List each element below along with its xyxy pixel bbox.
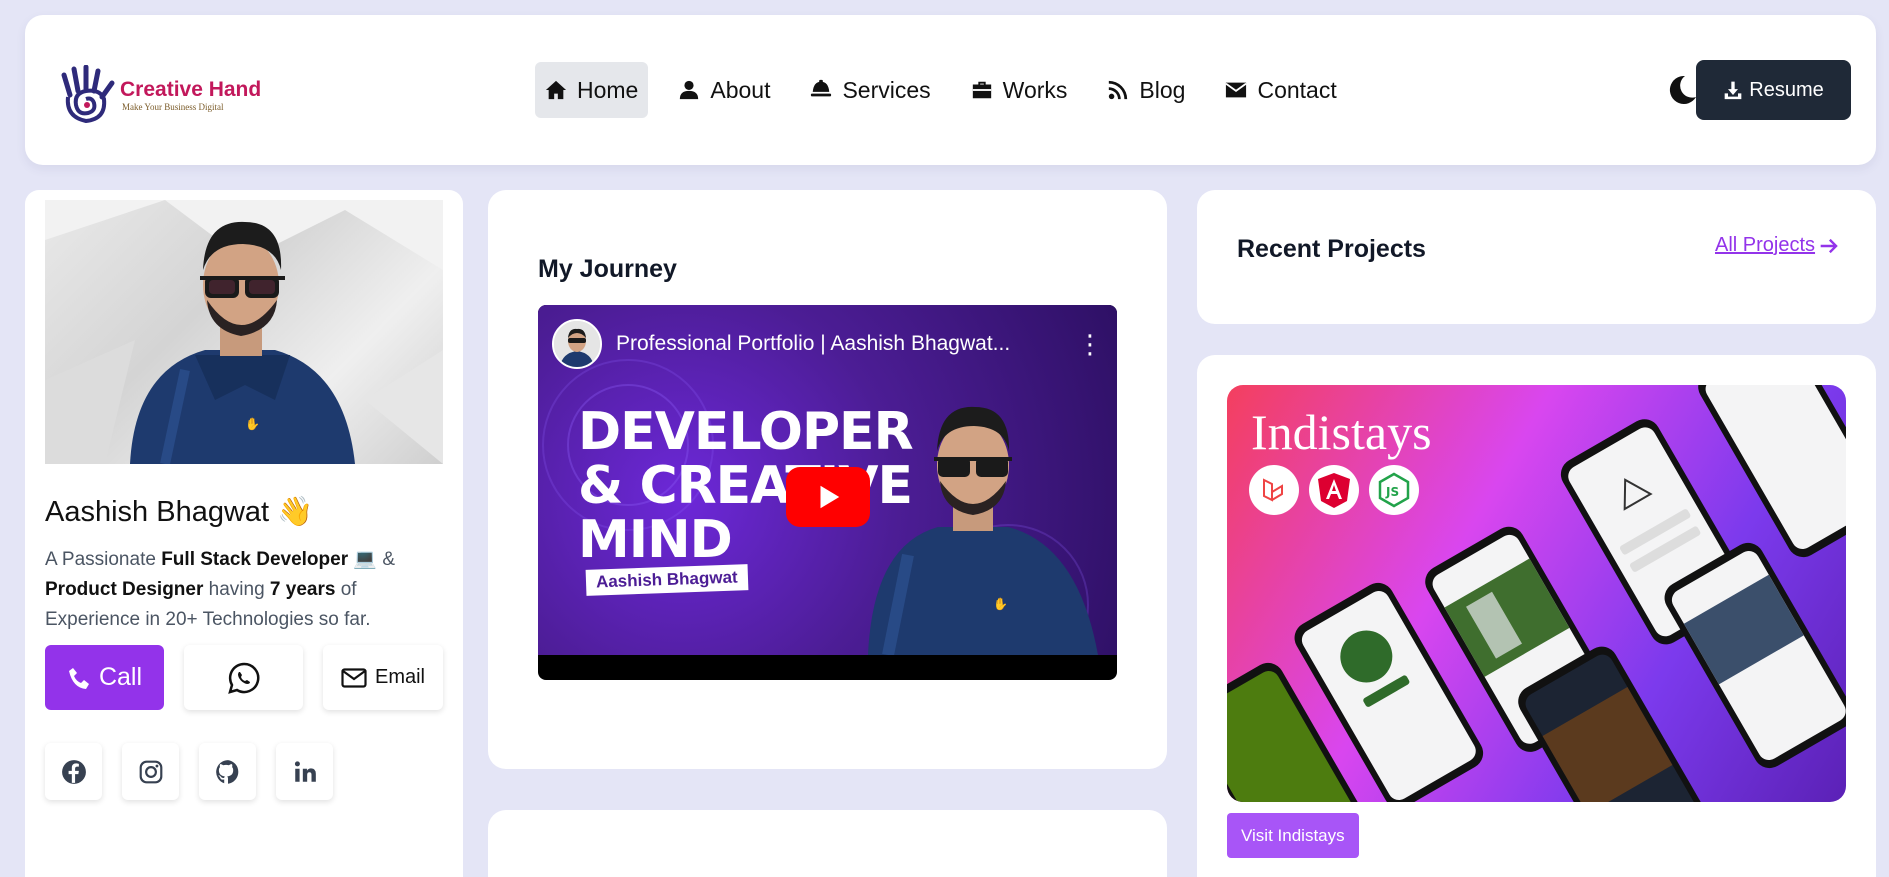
facebook-link[interactable] [45, 743, 102, 800]
github-link[interactable] [199, 743, 256, 800]
call-label: Call [98, 663, 143, 691]
user-icon [680, 80, 699, 100]
nav-about-label: About [710, 76, 771, 103]
resume-label: Resume [1749, 78, 1824, 101]
all-projects-label: All Projects [1715, 234, 1816, 256]
visit-project-button[interactable]: Visit Indistays [1227, 813, 1359, 858]
briefcase-icon [972, 81, 991, 99]
hand-logo-icon [61, 65, 115, 124]
recent-projects-title: Recent Projects [1237, 235, 1426, 263]
call-button[interactable]: Call [45, 645, 164, 710]
project-image[interactable]: Indistays JS [1227, 385, 1846, 802]
bio-text-2: & [377, 549, 396, 570]
youtube-embed[interactable]: ✋ DEVELOPER & CREATIVE MIND Aashish Bhag… [538, 305, 1117, 680]
profile-photo-image: ✋ [45, 200, 443, 464]
resume-button[interactable]: Resume [1696, 60, 1851, 120]
contact-buttons: Call Email [45, 645, 443, 710]
moon-icon[interactable] [1665, 73, 1699, 107]
nav-about[interactable]: About [668, 62, 780, 118]
profile-name: Aashish Bhagwat 👋 [45, 495, 313, 529]
download-icon [1724, 81, 1742, 100]
profile-bio: A Passionate Full Stack Developer 💻 & Pr… [45, 545, 445, 635]
bio-years: 7 years [269, 579, 336, 600]
logo[interactable]: Creative Hand Make Your Business Digital [60, 65, 261, 125]
journey-title: My Journey [538, 255, 677, 283]
nav-works[interactable]: Works [961, 62, 1078, 118]
bio-text-3: having [203, 579, 270, 600]
play-button[interactable] [786, 467, 870, 527]
nav-home[interactable]: Home [535, 62, 649, 118]
nav-home-label: Home [577, 76, 639, 103]
profile-photo: ✋ [45, 200, 443, 464]
logo-title: Creative Hand [120, 78, 262, 101]
journey-card: My Journey ✋ DEVELOPER & CREATIVE MIND A… [488, 190, 1167, 769]
instagram-icon [139, 760, 162, 783]
facebook-icon [61, 759, 86, 784]
linkedin-icon [294, 760, 316, 782]
linkedin-link[interactable] [276, 743, 333, 800]
whatsapp-icon [227, 662, 259, 694]
profile-card: ✋ Aashish Bhagwat 👋 A Passionate Full St… [25, 190, 463, 877]
home-icon [545, 80, 567, 100]
nav-services[interactable]: Services [800, 62, 940, 118]
nav-contact-label: Contact [1257, 76, 1337, 103]
more-vert-icon[interactable]: ⋮ [1077, 331, 1103, 357]
nav-blog-label: Blog [1139, 76, 1186, 103]
github-icon [215, 759, 238, 784]
phone-mockups [1227, 385, 1846, 802]
headline-line-1: DEVELOPER [578, 402, 914, 462]
wave-icon: 👋 [277, 496, 314, 528]
computer-icon: 💻 [353, 549, 378, 570]
bell-icon [811, 79, 832, 97]
main-nav: Home About Services Works Blog Contact [535, 62, 1367, 118]
email-label: Email [374, 666, 425, 688]
bio-text-1: A Passionate [45, 549, 162, 570]
channel-avatar-image [554, 321, 600, 367]
logo-tagline: Make Your Business Digital [122, 102, 224, 112]
secondary-card [488, 810, 1167, 877]
rss-icon [1109, 80, 1128, 100]
nav-blog[interactable]: Blog [1097, 62, 1195, 118]
project-card: Indistays JS Visit Indistays [1197, 355, 1876, 877]
bio-role-2: Product Designer [45, 579, 204, 600]
channel-avatar[interactable] [552, 319, 602, 369]
nav-contact[interactable]: Contact [1215, 62, 1346, 118]
recent-projects-card: Recent Projects All Projects [1197, 190, 1876, 324]
arrow-right-icon [1820, 238, 1838, 253]
bio-role-1: Full Stack Developer [161, 549, 349, 570]
svg-text:✋: ✋ [245, 417, 260, 431]
instagram-link[interactable] [122, 743, 179, 800]
video-topbar: Professional Portfolio | Aashish Bhagwat… [552, 319, 1103, 369]
profile-name-text: Aashish Bhagwat [45, 496, 270, 528]
video-title[interactable]: Professional Portfolio | Aashish Bhagwat… [616, 332, 1056, 356]
whatsapp-button[interactable] [184, 645, 303, 710]
envelope-icon [1225, 82, 1248, 98]
nav-works-label: Works [1002, 76, 1068, 103]
envelope-outline-icon [341, 667, 367, 688]
play-icon [820, 485, 840, 509]
email-button[interactable]: Email [323, 645, 443, 710]
all-projects-link[interactable]: All Projects [1715, 234, 1839, 257]
nav-services-label: Services [842, 76, 931, 103]
site-header: Creative Hand Make Your Business Digital… [25, 15, 1876, 165]
phone-icon [68, 667, 89, 689]
social-links [45, 743, 353, 800]
svg-text:✋: ✋ [993, 597, 1008, 611]
